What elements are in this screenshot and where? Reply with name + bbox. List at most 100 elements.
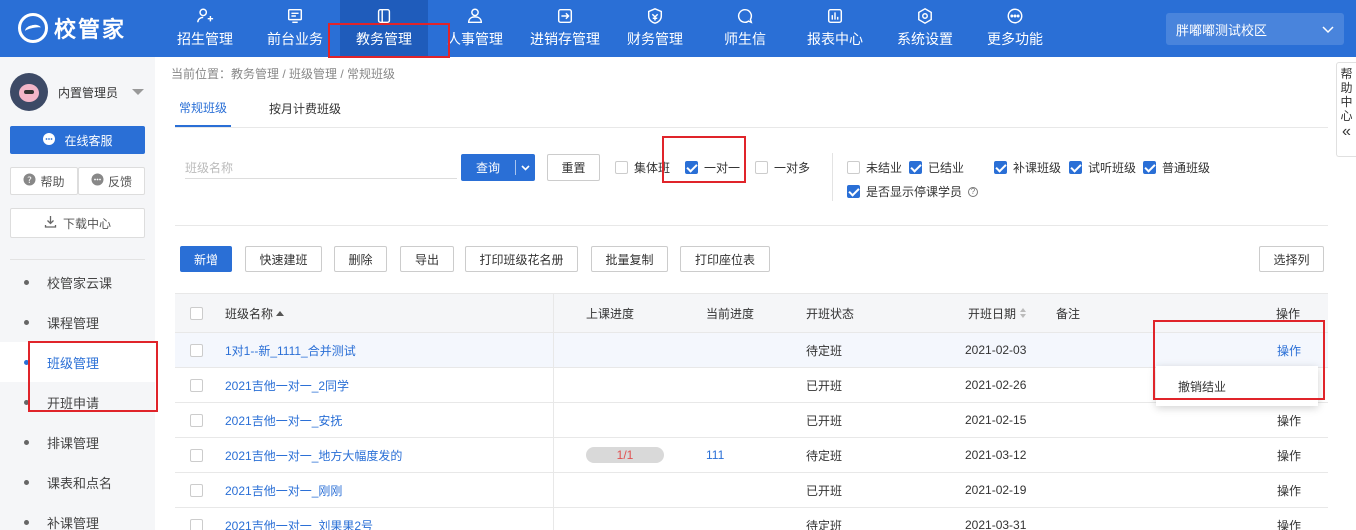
row-checkbox[interactable] — [190, 518, 203, 530]
undo-graduation-menu-item[interactable]: 撤销结业 — [1178, 378, 1226, 395]
nav-item-enrollment[interactable]: 招生管理 — [170, 0, 240, 57]
nav-item-academic[interactable]: 教务管理 — [340, 0, 428, 57]
checkbox-one-to-many[interactable] — [755, 161, 768, 174]
nav-item-inventory[interactable]: 进销存管理 — [523, 0, 607, 57]
class-name-search-input[interactable] — [185, 157, 457, 179]
header-label: 开班日期 — [968, 306, 1017, 321]
table-row: 2021吉他一对一_安抚 已开班 2021-02-15 操作 — [175, 403, 1328, 438]
filter-graduated[interactable]: 已结业 — [909, 159, 964, 176]
reset-button[interactable]: 重置 — [547, 154, 600, 181]
filter-trial-class[interactable]: 试听班级 — [1069, 159, 1136, 176]
help-center-tab[interactable]: 帮 助 中 心 « — [1336, 62, 1356, 157]
new-button[interactable]: 新增 — [180, 246, 232, 272]
sidebar-item-cloud-course[interactable]: 校管家云课 — [0, 262, 155, 302]
checkbox-one-on-one[interactable] — [685, 161, 698, 174]
sidebar-item-timetable[interactable]: 课表和点名 — [0, 462, 155, 502]
operation-link[interactable]: 操作 — [1277, 438, 1301, 472]
nav-item-more[interactable]: 更多功能 — [980, 0, 1050, 57]
print-roster-button[interactable]: 打印班级花名册 — [465, 246, 578, 272]
filter-makeup-class[interactable]: 补课班级 — [994, 159, 1061, 176]
checkbox-regular-class[interactable] — [1143, 161, 1156, 174]
operation-link[interactable]: 操作 — [1277, 333, 1301, 367]
feedback-button[interactable]: 反馈 — [78, 167, 145, 195]
quick-create-button[interactable]: 快速建班 — [245, 246, 322, 272]
nav-item-settings[interactable]: 系统设置 — [890, 0, 960, 57]
filter-one-on-one[interactable]: 一对一 — [685, 159, 740, 176]
bullet-icon — [24, 439, 29, 445]
checkbox-trial-class[interactable] — [1069, 161, 1082, 174]
filter-label: 一对一 — [704, 161, 741, 175]
nav-item-front-desk[interactable]: 前台业务 — [260, 0, 330, 57]
operation-popover: 撤销结业 — [1156, 366, 1318, 406]
sidebar-item-label: 班级管理 — [47, 355, 100, 371]
filter-one-to-many[interactable]: 一对多 — [755, 159, 810, 176]
nav-item-label: 师生信 — [724, 31, 766, 47]
row-checkbox[interactable] — [190, 483, 203, 497]
filter-label: 是否显示停课学员 — [866, 185, 963, 199]
row-checkbox[interactable] — [190, 413, 203, 427]
row-checkbox[interactable] — [190, 448, 203, 462]
download-center-button[interactable]: 下载中心 — [10, 208, 145, 238]
checkbox-makeup-class[interactable] — [994, 161, 1007, 174]
query-dropdown-icon[interactable] — [516, 164, 535, 171]
header-current-progress: 当前进度 — [706, 306, 755, 321]
class-name-link[interactable]: 1对1--新_1111_合并测试 — [225, 333, 356, 367]
help-char: 帮 — [1340, 67, 1353, 81]
help-button[interactable]: ? 帮助 — [10, 167, 78, 195]
checkbox-show-suspended[interactable] — [847, 185, 860, 198]
nav-item-messages[interactable]: 师生信 — [710, 0, 780, 57]
delete-button[interactable]: 删除 — [334, 246, 387, 272]
user-icon — [465, 6, 485, 26]
checkbox-graduated[interactable] — [909, 161, 922, 174]
sidebar-item-class-management[interactable]: 班级管理 — [0, 342, 155, 382]
row-checkbox[interactable] — [190, 343, 203, 357]
header-start-date[interactable]: 开班日期 — [968, 294, 1027, 332]
collapse-icon[interactable]: « — [1342, 124, 1351, 140]
nav-item-finance[interactable]: 财务管理 — [620, 0, 690, 57]
filter-group-class[interactable]: 集体班 — [615, 159, 670, 176]
sidebar-item-label: 课表和点名 — [47, 475, 113, 491]
row-checkbox[interactable] — [190, 378, 203, 392]
class-name-link[interactable]: 2021吉他一对一_安抚 — [225, 403, 342, 437]
export-button[interactable]: 导出 — [400, 246, 454, 272]
sidebar-item-scheduling[interactable]: 排课管理 — [0, 422, 155, 462]
nav-item-hr[interactable]: 人事管理 — [440, 0, 510, 57]
current-progress-link[interactable]: 111 — [706, 438, 724, 472]
checkbox-group-class[interactable] — [615, 161, 628, 174]
sidebar-item-class-application[interactable]: 开班申请 — [0, 382, 155, 422]
filter-label: 补课班级 — [1013, 161, 1062, 175]
select-columns-button[interactable]: 选择列 — [1259, 246, 1324, 272]
class-name-link[interactable]: 2021吉他一对一_刘果果2号 — [225, 508, 373, 530]
header-class-name[interactable]: 班级名称 — [225, 294, 285, 332]
query-button[interactable]: 查询 — [461, 154, 535, 181]
school-select[interactable]: 胖嘟嘟测试校区 — [1166, 13, 1344, 45]
gear-icon — [915, 6, 935, 26]
print-seat-chart-button[interactable]: 打印座位表 — [680, 246, 770, 272]
checkbox-not-graduated[interactable] — [847, 161, 860, 174]
tab-regular-class[interactable]: 常规班级 — [175, 89, 232, 127]
select-all-checkbox[interactable] — [190, 306, 203, 320]
svg-text:?: ? — [28, 176, 33, 186]
operation-link[interactable]: 操作 — [1277, 508, 1301, 530]
bullet-icon — [24, 359, 29, 365]
online-service-button[interactable]: 在线客服 — [10, 126, 145, 154]
batch-copy-button[interactable]: 批量复制 — [591, 246, 668, 272]
filter-regular-class[interactable]: 普通班级 — [1143, 159, 1210, 176]
filter-show-suspended[interactable]: 是否显示停课学员? — [847, 183, 979, 200]
top-nav-bar: 校管家 招生管理 前台业务 教务管理 人事管理 进销存管理 财务管理 师生信 报… — [0, 0, 1356, 57]
sidebar-item-makeup-class[interactable]: 补课管理 — [0, 502, 155, 530]
class-name-link[interactable]: 2021吉他一对一_2同学 — [225, 368, 349, 402]
book-icon — [374, 6, 394, 26]
tab-monthly-class[interactable]: 按月计费班级 — [265, 89, 345, 127]
sidebar-item-course-management[interactable]: 课程管理 — [0, 302, 155, 342]
filter-not-graduated[interactable]: 未结业 — [847, 159, 902, 176]
nav-item-label: 前台业务 — [267, 31, 323, 47]
question-mark-icon[interactable]: ? — [968, 186, 979, 197]
nav-item-reports[interactable]: 报表中心 — [800, 0, 870, 57]
class-name-link[interactable]: 2021吉他一对一_刚刚 — [225, 473, 342, 507]
operation-link[interactable]: 操作 — [1277, 403, 1301, 437]
logo[interactable]: 校管家 — [18, 10, 126, 46]
class-name-link[interactable]: 2021吉他一对一_地方大幅度发的 — [225, 438, 402, 472]
user-profile[interactable]: 内置管理员 — [10, 73, 145, 111]
operation-link[interactable]: 操作 — [1277, 473, 1301, 507]
